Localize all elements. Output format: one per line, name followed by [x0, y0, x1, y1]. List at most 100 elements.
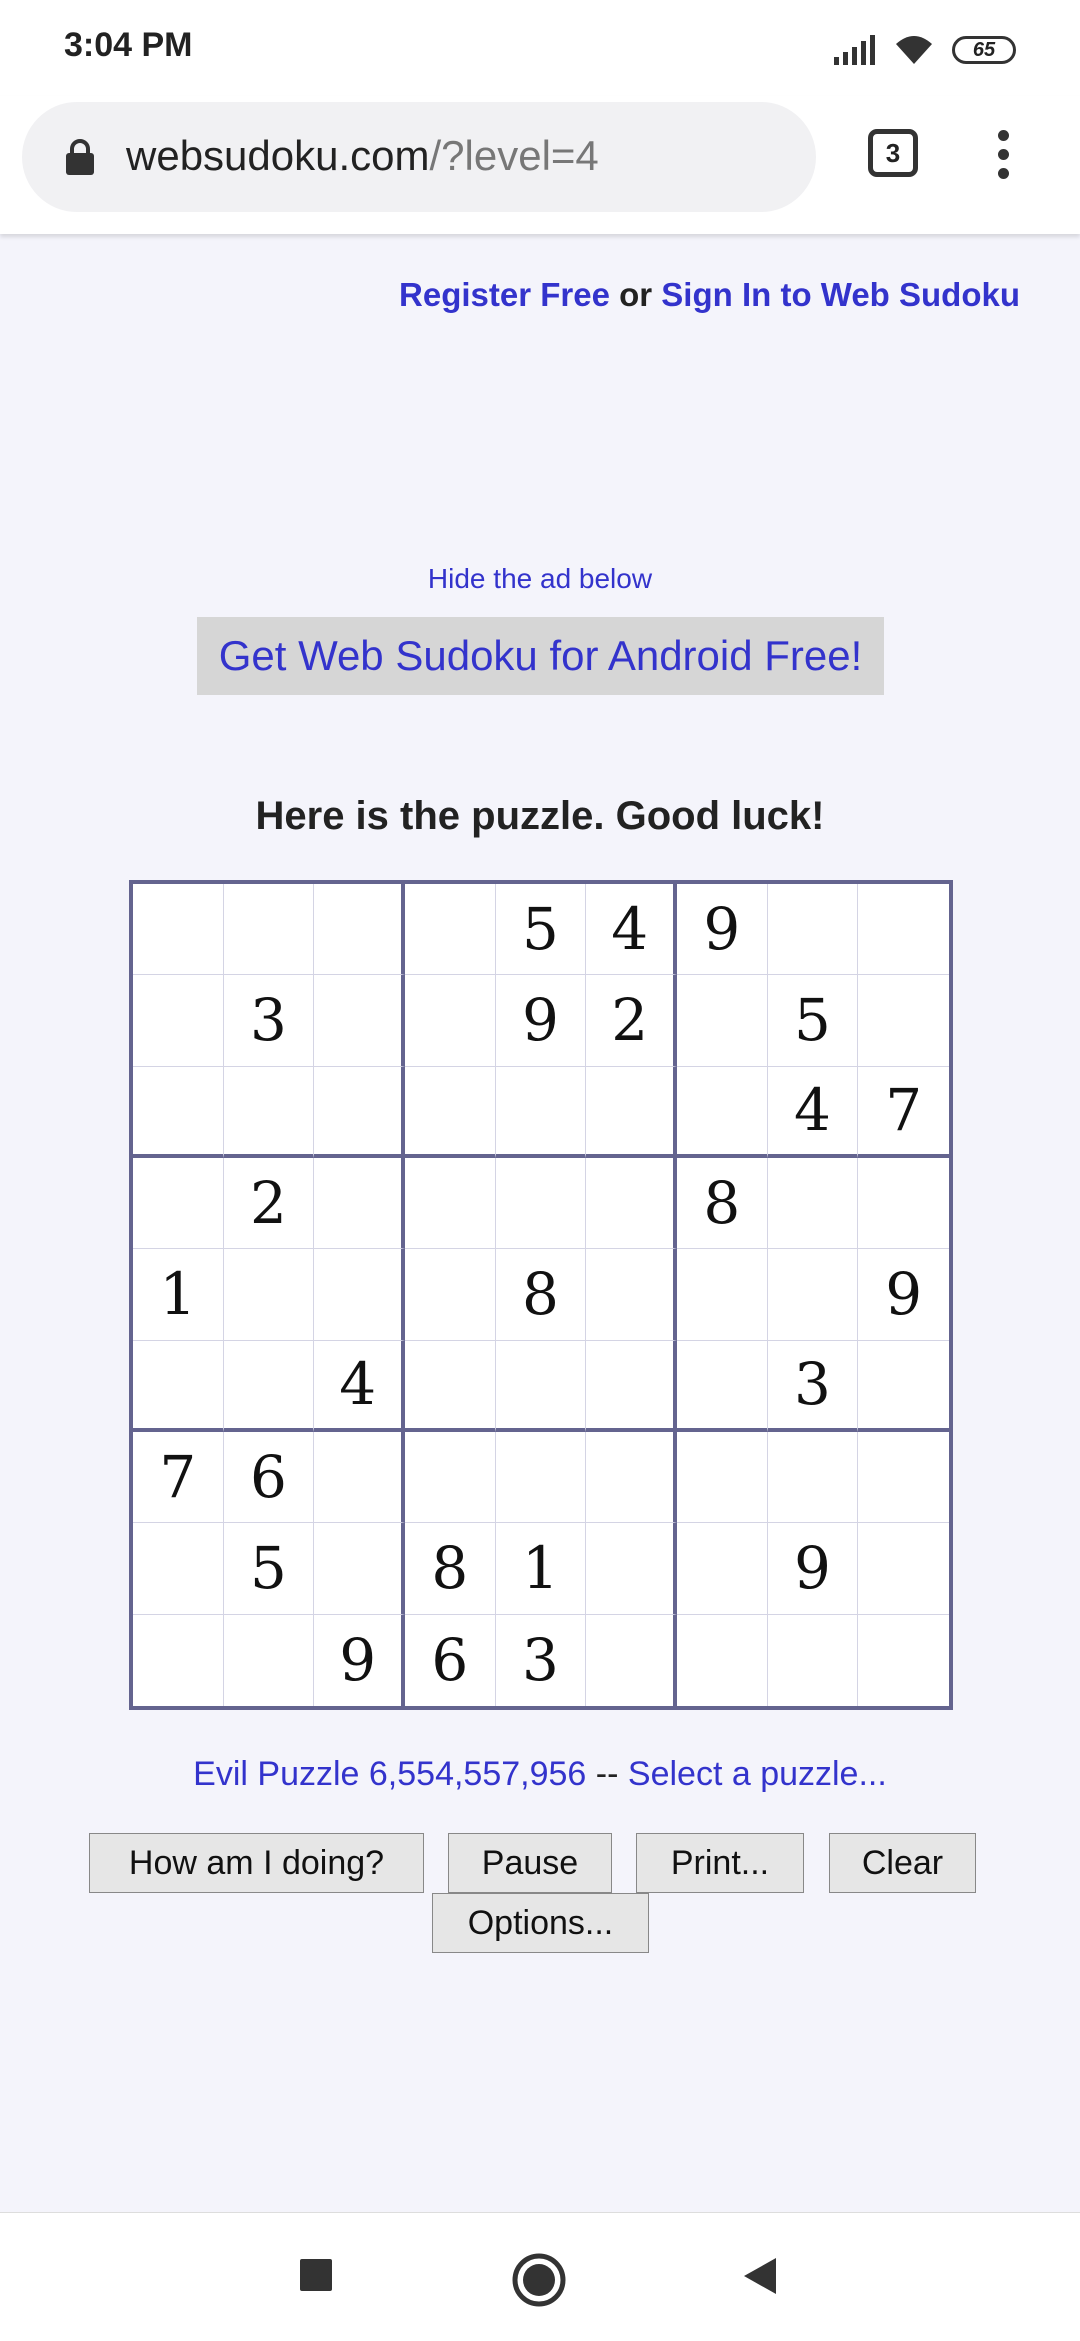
sudoku-cell[interactable] [586, 1432, 677, 1524]
sudoku-cell[interactable] [858, 1341, 949, 1432]
sudoku-cell[interactable] [767, 1432, 859, 1524]
sudoku-cell[interactable]: 7 [858, 1067, 949, 1158]
select-puzzle-link[interactable]: Select a puzzle... [628, 1755, 887, 1793]
android-app-banner[interactable]: Get Web Sudoku for Android Free! [197, 617, 884, 695]
url-path: /?level=4 [429, 132, 599, 179]
sudoku-cell[interactable]: 7 [133, 1432, 224, 1524]
url-text[interactable]: websudoku.com/?level=4 [126, 132, 599, 180]
sudoku-cell[interactable]: 2 [586, 975, 677, 1067]
sudoku-cell[interactable] [314, 884, 405, 976]
print-button[interactable]: Print... [636, 1833, 804, 1893]
sudoku-cell[interactable]: 9 [858, 1249, 949, 1341]
sudoku-cell[interactable] [586, 1614, 677, 1706]
sudoku-cell[interactable] [586, 1066, 677, 1158]
sudoku-cell[interactable]: 3 [496, 1614, 587, 1706]
sudoku-cell[interactable] [495, 1340, 587, 1432]
sudoku-cell[interactable] [224, 1614, 315, 1706]
sudoku-cell[interactable]: 3 [767, 1340, 859, 1432]
sudoku-cell[interactable]: 9 [767, 1523, 859, 1615]
sudoku-cell[interactable] [404, 884, 496, 976]
sudoku-cell[interactable]: 6 [223, 1432, 315, 1524]
sudoku-cell[interactable] [223, 1066, 315, 1158]
puzzle-number-link[interactable]: Evil Puzzle 6,554,557,956 [193, 1755, 586, 1793]
sudoku-cell[interactable] [314, 1432, 405, 1524]
sudoku-cell[interactable] [676, 975, 768, 1067]
sudoku-cell[interactable] [404, 1340, 496, 1432]
sudoku-cell[interactable] [767, 1158, 859, 1250]
sudoku-cell[interactable]: 1 [495, 1523, 587, 1615]
sudoku-cell[interactable]: 5 [767, 975, 859, 1067]
sudoku-cell[interactable] [404, 1066, 496, 1158]
sudoku-cell[interactable] [495, 1066, 587, 1158]
sudoku-cell[interactable]: 9 [676, 884, 768, 976]
recents-icon[interactable] [300, 2259, 332, 2291]
sudoku-cell[interactable] [677, 1614, 768, 1706]
sudoku-cell[interactable]: 6 [405, 1614, 496, 1706]
how-am-i-doing-button[interactable]: How am I doing? [89, 1833, 424, 1893]
overflow-menu-icon[interactable] [988, 130, 1018, 180]
sudoku-cell[interactable]: 4 [586, 884, 677, 976]
sudoku-cell[interactable] [314, 1523, 405, 1615]
clear-button[interactable]: Clear [829, 1833, 976, 1893]
home-icon[interactable] [512, 2253, 566, 2307]
sudoku-cell[interactable] [133, 1340, 224, 1432]
sudoku-cell[interactable]: 3 [223, 975, 315, 1067]
sudoku-cell[interactable] [223, 884, 315, 976]
sudoku-cell[interactable] [495, 1158, 587, 1250]
sudoku-cell[interactable] [223, 1340, 315, 1432]
sudoku-cell[interactable] [858, 1615, 949, 1706]
sudoku-cell[interactable] [676, 1523, 768, 1615]
sudoku-cell[interactable] [676, 1340, 768, 1432]
sudoku-cell[interactable] [858, 1158, 949, 1250]
sudoku-cell[interactable] [676, 1432, 768, 1524]
sudoku-cell[interactable] [586, 1249, 677, 1341]
sudoku-cell[interactable] [133, 884, 224, 976]
sudoku-cell[interactable] [314, 1249, 405, 1341]
sudoku-cell[interactable]: 5 [495, 884, 587, 976]
sudoku-cell[interactable] [586, 1158, 677, 1250]
sudoku-cell[interactable]: 2 [223, 1158, 315, 1250]
back-icon[interactable] [742, 2257, 778, 2295]
sudoku-cell[interactable] [767, 884, 859, 976]
signin-link[interactable]: Sign In to Web Sudoku [661, 276, 1020, 313]
sudoku-cell[interactable]: 8 [404, 1523, 496, 1615]
sudoku-cell[interactable] [768, 1614, 859, 1706]
sudoku-cell[interactable] [133, 1523, 224, 1615]
sudoku-cell[interactable] [133, 1066, 224, 1158]
sudoku-cell[interactable] [223, 1249, 315, 1341]
tab-switcher-button[interactable]: 3 [868, 129, 918, 177]
sudoku-cell[interactable] [314, 975, 405, 1067]
sudoku-cell[interactable] [404, 1432, 496, 1524]
sudoku-cell[interactable] [133, 1614, 224, 1706]
options-button[interactable]: Options... [432, 1893, 649, 1953]
sudoku-cell[interactable] [495, 1432, 587, 1524]
sudoku-cell[interactable]: 1 [133, 1249, 224, 1341]
sudoku-cell[interactable] [133, 1158, 224, 1250]
sudoku-cell[interactable]: 4 [767, 1066, 859, 1158]
sudoku-cell[interactable]: 8 [676, 1158, 768, 1250]
url-bar[interactable]: websudoku.com/?level=4 [22, 102, 816, 212]
sudoku-cell[interactable] [404, 1158, 496, 1250]
sudoku-cell[interactable]: 9 [495, 975, 587, 1067]
sudoku-cell[interactable] [858, 884, 949, 976]
register-link[interactable]: Register Free [399, 276, 610, 313]
sudoku-cell[interactable] [586, 1340, 677, 1432]
sudoku-cell[interactable] [858, 1523, 949, 1615]
sudoku-cell[interactable] [676, 1249, 768, 1341]
sudoku-cell[interactable] [404, 975, 496, 1067]
sudoku-cell[interactable] [767, 1249, 859, 1341]
sudoku-cell[interactable]: 8 [495, 1249, 587, 1341]
sudoku-cell[interactable] [314, 1066, 405, 1158]
hide-ad-link[interactable]: Hide the ad below [0, 563, 1080, 595]
sudoku-cell[interactable] [314, 1158, 405, 1250]
pause-button[interactable]: Pause [448, 1833, 612, 1893]
sudoku-cell[interactable]: 4 [314, 1340, 405, 1432]
sudoku-cell[interactable] [586, 1523, 677, 1615]
sudoku-cell[interactable] [858, 1432, 949, 1524]
sudoku-cell[interactable]: 9 [314, 1614, 405, 1706]
sudoku-cell[interactable]: 5 [223, 1523, 315, 1615]
sudoku-cell[interactable] [404, 1249, 496, 1341]
sudoku-cell[interactable] [133, 975, 224, 1067]
sudoku-cell[interactable] [858, 975, 949, 1067]
sudoku-cell[interactable] [676, 1066, 768, 1158]
